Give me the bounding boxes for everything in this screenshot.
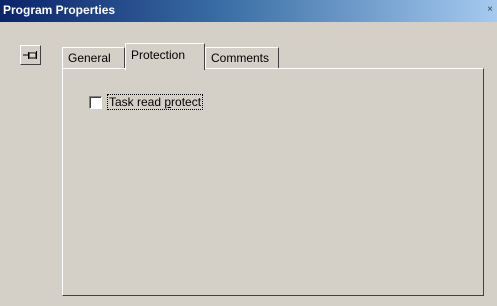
task-read-protect-option[interactable]: Task read protect [89, 94, 204, 110]
task-read-protect-checkbox[interactable] [89, 95, 102, 109]
tab-general-label: General [68, 51, 111, 65]
bottom-strip [0, 298, 497, 306]
protection-panel: Task read protect [62, 68, 484, 296]
tab-protection[interactable]: Protection [125, 43, 205, 70]
tab-protection-label: Protection [131, 48, 186, 62]
close-icon[interactable]: × [485, 3, 495, 17]
tab-comments[interactable]: Comments [205, 47, 279, 69]
title-bar: Program Properties × [0, 0, 497, 22]
tab-general[interactable]: General [62, 47, 125, 69]
window-title: Program Properties [3, 3, 116, 17]
tab-comments-label: Comments [211, 51, 270, 65]
pin-button[interactable] [20, 45, 41, 65]
task-read-protect-label: Task read protect [106, 94, 204, 110]
